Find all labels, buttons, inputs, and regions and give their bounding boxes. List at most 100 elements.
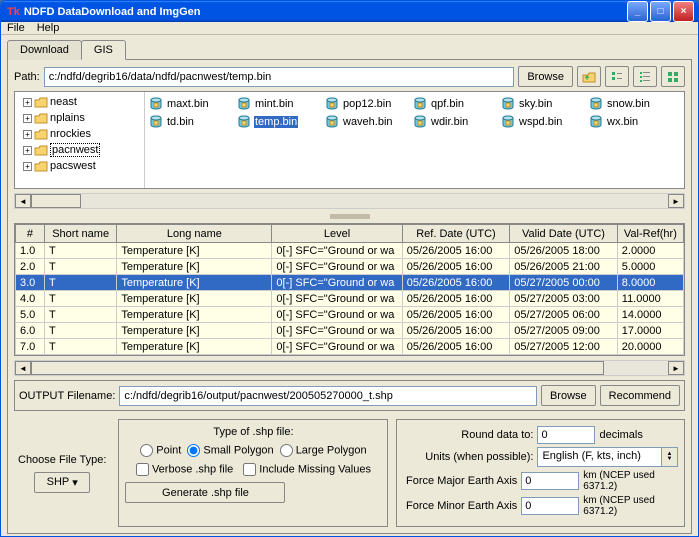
spinner-icon[interactable]: ▲▼ bbox=[661, 448, 677, 466]
expander-icon[interactable]: + bbox=[23, 114, 32, 123]
database-icon bbox=[413, 97, 427, 111]
output-browse-button[interactable]: Browse bbox=[541, 385, 596, 406]
titlebar[interactable]: Tk NDFD DataDownload and ImgGen _ □ × bbox=[1, 1, 698, 22]
radio-point[interactable]: Point bbox=[140, 444, 181, 457]
path-input[interactable] bbox=[44, 67, 515, 87]
table-row[interactable]: 3.0TTemperature [K]0[-] SFC="Ground or w… bbox=[16, 275, 684, 291]
tree-item[interactable]: + pacswest bbox=[17, 158, 142, 174]
table-cell: Temperature [K] bbox=[117, 291, 272, 307]
check-verbose[interactable]: Verbose .shp file bbox=[136, 463, 233, 476]
table-cell: 0[-] SFC="Ground or wa bbox=[272, 323, 402, 339]
expander-icon[interactable]: + bbox=[23, 130, 32, 139]
minor-axis-input[interactable] bbox=[521, 497, 579, 515]
radio-small-polygon[interactable]: Small Polygon bbox=[187, 444, 273, 457]
tree-item[interactable]: + nrockies bbox=[17, 126, 142, 142]
major-axis-input[interactable] bbox=[521, 472, 579, 490]
tree-item[interactable]: +neast bbox=[17, 94, 142, 110]
grid-scroll-left[interactable]: ◄ bbox=[15, 361, 31, 375]
menu-help[interactable]: Help bbox=[37, 22, 60, 34]
table-row[interactable]: 4.0TTemperature [K]0[-] SFC="Ground or w… bbox=[16, 291, 684, 307]
tree-label: nrockies bbox=[50, 128, 91, 140]
tab-gis[interactable]: GIS bbox=[81, 40, 126, 60]
file-item[interactable]: qpf.bin bbox=[413, 96, 489, 112]
expander-icon[interactable]: + bbox=[23, 98, 32, 107]
table-cell: 05/26/2005 18:00 bbox=[510, 243, 618, 259]
menu-file[interactable]: File bbox=[7, 22, 25, 34]
file-item[interactable]: snow.bin bbox=[589, 96, 665, 112]
units-label: Units (when possible): bbox=[403, 451, 533, 463]
file-name: td.bin bbox=[166, 116, 195, 128]
check-include-missing[interactable]: Include Missing Values bbox=[243, 463, 371, 476]
file-item[interactable]: mint.bin bbox=[237, 96, 313, 112]
generate-button[interactable]: Generate .shp file bbox=[125, 482, 285, 503]
up-folder-icon[interactable] bbox=[577, 66, 601, 87]
table-cell: 6.0 bbox=[16, 323, 45, 339]
view-tiles-icon[interactable] bbox=[661, 66, 685, 87]
database-icon bbox=[501, 115, 515, 129]
data-grid[interactable]: #Short nameLong nameLevelRef. Date (UTC)… bbox=[14, 223, 685, 356]
table-cell: 05/26/2005 21:00 bbox=[510, 259, 618, 275]
file-item[interactable]: sky.bin bbox=[501, 96, 577, 112]
round-input[interactable] bbox=[537, 426, 595, 444]
table-cell: Temperature [K] bbox=[117, 275, 272, 291]
grid-scrollbar[interactable]: ◄ ► bbox=[14, 360, 685, 376]
table-row[interactable]: 2.0TTemperature [K]0[-] SFC="Ground or w… bbox=[16, 259, 684, 275]
column-header[interactable]: Long name bbox=[117, 225, 272, 243]
output-filename-input[interactable] bbox=[119, 386, 537, 406]
view-list-icon[interactable] bbox=[605, 66, 629, 87]
file-name: maxt.bin bbox=[166, 98, 210, 110]
tab-download[interactable]: Download bbox=[7, 40, 82, 60]
minimize-button[interactable]: _ bbox=[627, 1, 648, 22]
splitter[interactable] bbox=[14, 213, 685, 219]
file-name: wx.bin bbox=[606, 116, 639, 128]
file-item[interactable]: wdir.bin bbox=[413, 114, 489, 130]
table-cell: 4.0 bbox=[16, 291, 45, 307]
column-header[interactable]: Ref. Date (UTC) bbox=[402, 225, 510, 243]
grid-scroll-right[interactable]: ► bbox=[668, 361, 684, 375]
file-item[interactable]: maxt.bin bbox=[149, 96, 225, 112]
scroll-left-button[interactable]: ◄ bbox=[15, 194, 31, 208]
folder-icon bbox=[34, 144, 48, 156]
expander-icon[interactable]: + bbox=[23, 162, 32, 171]
tree-label: pacswest bbox=[50, 160, 96, 172]
tree-item[interactable]: +nplains bbox=[17, 110, 142, 126]
table-row[interactable]: 1.0TTemperature [K]0[-] SFC="Ground or w… bbox=[16, 243, 684, 259]
path-browse-button[interactable]: Browse bbox=[518, 66, 573, 87]
table-cell: 0[-] SFC="Ground or wa bbox=[272, 259, 402, 275]
file-item[interactable]: pop12.bin bbox=[325, 96, 401, 112]
column-header[interactable]: # bbox=[16, 225, 45, 243]
tree-item[interactable]: +pacnwest bbox=[17, 142, 142, 158]
round-unit: decimals bbox=[599, 429, 642, 441]
column-header[interactable]: Val-Ref(hr) bbox=[617, 225, 683, 243]
file-item[interactable]: wspd.bin bbox=[501, 114, 577, 130]
recommend-button[interactable]: Recommend bbox=[600, 385, 680, 406]
close-button[interactable]: × bbox=[673, 1, 694, 22]
file-item[interactable]: temp.bin bbox=[237, 114, 313, 130]
folder-icon bbox=[34, 128, 48, 140]
file-item[interactable]: wx.bin bbox=[589, 114, 665, 130]
column-header[interactable]: Valid Date (UTC) bbox=[510, 225, 618, 243]
file-scrollbar[interactable]: ◄ ► bbox=[14, 193, 685, 209]
table-cell: 0[-] SFC="Ground or wa bbox=[272, 291, 402, 307]
scroll-thumb[interactable] bbox=[31, 194, 81, 208]
folder-tree[interactable]: +neast+nplains+nrockies+pacnwest+pacswes… bbox=[15, 92, 145, 188]
column-header[interactable]: Short name bbox=[44, 225, 116, 243]
column-header[interactable]: Level bbox=[272, 225, 402, 243]
scroll-right-button[interactable]: ► bbox=[668, 194, 684, 208]
database-icon bbox=[237, 97, 251, 111]
file-list[interactable]: maxt.bin mint.bin pop12.bin qpf.bin sky.bin s… bbox=[145, 92, 684, 188]
file-browser: +neast+nplains+nrockies+pacnwest+pacswes… bbox=[14, 91, 685, 189]
table-cell: T bbox=[44, 307, 116, 323]
grid-scroll-thumb[interactable] bbox=[31, 361, 604, 375]
radio-large-polygon[interactable]: Large Polygon bbox=[280, 444, 367, 457]
table-row[interactable]: 5.0TTemperature [K]0[-] SFC="Ground or w… bbox=[16, 307, 684, 323]
table-row[interactable]: 7.0TTemperature [K]0[-] SFC="Ground or w… bbox=[16, 339, 684, 355]
filetype-button[interactable]: SHP ▾ bbox=[34, 472, 90, 493]
file-item[interactable]: waveh.bin bbox=[325, 114, 401, 130]
expander-icon[interactable]: + bbox=[23, 146, 32, 155]
units-combo[interactable]: English (F, kts, inch) ▲▼ bbox=[537, 447, 678, 467]
maximize-button[interactable]: □ bbox=[650, 1, 671, 22]
view-details-icon[interactable] bbox=[633, 66, 657, 87]
table-row[interactable]: 6.0TTemperature [K]0[-] SFC="Ground or w… bbox=[16, 323, 684, 339]
file-item[interactable]: td.bin bbox=[149, 114, 225, 130]
